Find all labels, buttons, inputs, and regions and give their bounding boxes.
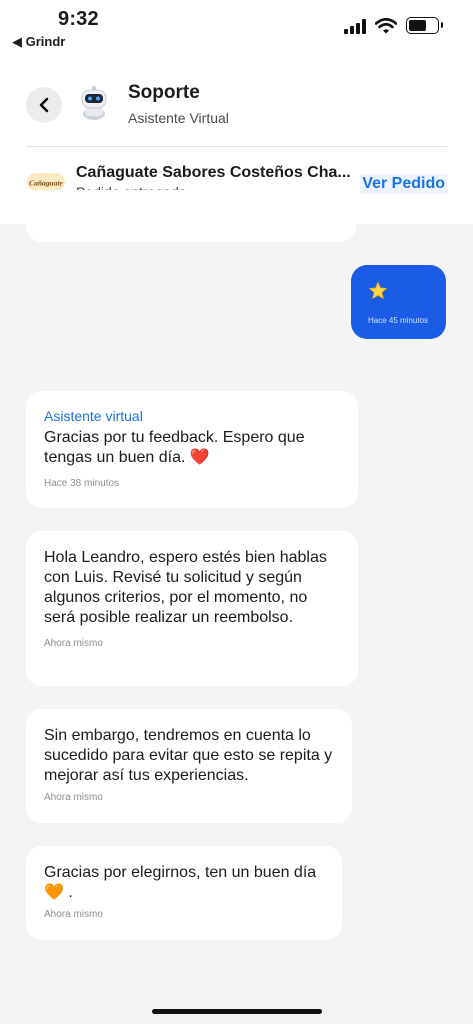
message-sender: Asistente virtual xyxy=(44,408,143,424)
chevron-left-icon xyxy=(39,97,49,113)
message-time: Ahora mismo xyxy=(44,792,103,803)
status-time: 9:32 xyxy=(58,8,99,30)
message-text: Gracias por tu feedback. Espero que teng… xyxy=(44,429,305,466)
message-time: Ahora mismo xyxy=(44,909,103,920)
message-time: Hace 38 minutos xyxy=(44,478,120,489)
incoming-message: Gracias por elegirnos, ten un buen día 🧡… xyxy=(26,846,342,940)
view-order-link[interactable]: Ver Pedido xyxy=(360,174,447,194)
store-name: Cañaguate Sabores Costeños Cha... xyxy=(76,164,351,181)
message-time: Hace 45 minutos xyxy=(368,316,429,325)
avatar xyxy=(70,78,118,128)
signal-icon xyxy=(344,18,366,34)
incoming-message: Asistente virtual Gracias por tu feedbac… xyxy=(26,391,358,508)
wifi-icon xyxy=(375,18,397,34)
home-indicator[interactable] xyxy=(152,1009,322,1014)
message-text: Hola Leandro, espero estés bien hablas c… xyxy=(44,549,327,626)
outgoing-message: Hace 45 minutos xyxy=(351,265,446,339)
message-text: Gracias por elegirnos, ten un buen día 🧡… xyxy=(44,864,317,901)
incoming-message: Hola Leandro, espero estés bien hablas c… xyxy=(26,531,358,686)
divider xyxy=(26,146,447,147)
battery-icon xyxy=(406,17,443,34)
message-time: Ahora mismo xyxy=(44,638,103,649)
message-text: Sin embargo, tendremos en cuenta lo suce… xyxy=(44,727,333,784)
status-icons xyxy=(344,17,443,34)
page-subtitle: Asistente Virtual xyxy=(128,110,229,126)
heart-emoji-icon: ❤️ xyxy=(189,449,210,466)
incoming-message: Sin embargo, tendremos en cuenta lo suce… xyxy=(26,709,352,823)
star-icon xyxy=(368,281,388,300)
orange-heart-emoji-icon: 🧡 xyxy=(44,884,64,901)
message-bubble-partial xyxy=(26,190,356,242)
svg-text:Cañaguate: Cañaguate xyxy=(29,179,63,188)
page-title: Soporte xyxy=(128,82,200,103)
back-button[interactable] xyxy=(26,87,62,123)
robot-icon xyxy=(81,86,107,120)
back-to-app-link[interactable]: ◀ Grindr xyxy=(12,34,65,50)
